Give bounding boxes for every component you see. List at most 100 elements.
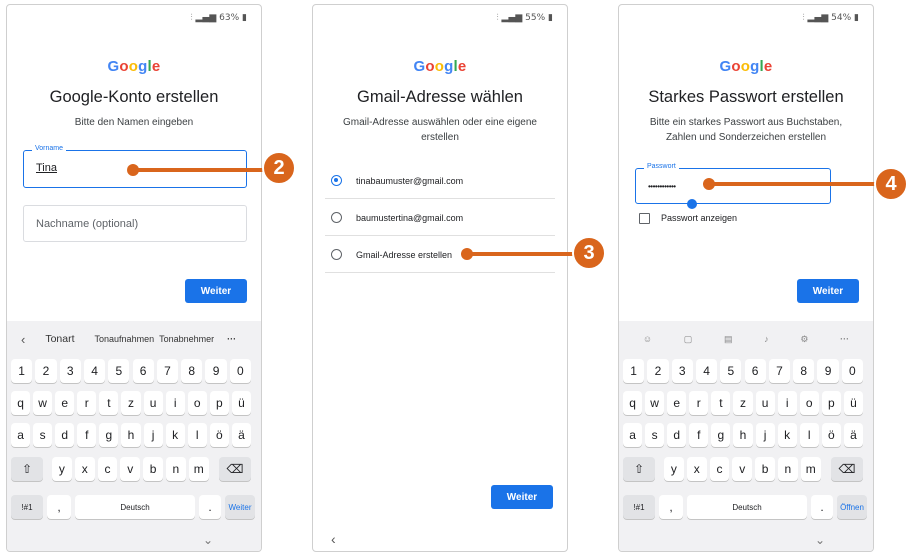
key-f[interactable]: f bbox=[77, 423, 97, 447]
key-w[interactable]: w bbox=[645, 391, 665, 415]
space-key[interactable]: Deutsch bbox=[687, 495, 807, 519]
key-u[interactable]: u bbox=[755, 391, 775, 415]
next-button[interactable]: Weiter bbox=[491, 485, 553, 509]
back-chevron-icon[interactable]: ‹ bbox=[331, 531, 336, 547]
key-3[interactable]: 3 bbox=[59, 359, 81, 383]
key-r[interactable]: r bbox=[689, 391, 709, 415]
key-7[interactable]: 7 bbox=[768, 359, 791, 383]
key-d[interactable]: d bbox=[55, 423, 75, 447]
key-b[interactable]: b bbox=[143, 457, 163, 481]
suggestion-1[interactable]: Tonart bbox=[45, 333, 74, 345]
shift-icon[interactable]: ⇧ bbox=[11, 457, 43, 481]
key-6[interactable]: 6 bbox=[744, 359, 766, 383]
key-i[interactable]: i bbox=[777, 391, 797, 415]
nachname-field[interactable]: Nachname (optional) bbox=[23, 205, 247, 242]
notes-icon[interactable]: ▤ bbox=[724, 334, 733, 345]
key-o[interactable]: o bbox=[187, 391, 207, 415]
key-k[interactable]: k bbox=[165, 423, 185, 447]
key-t[interactable]: t bbox=[99, 391, 119, 415]
key-x[interactable]: x bbox=[686, 457, 707, 481]
enter-key[interactable]: Weiter bbox=[225, 495, 255, 519]
key-9[interactable]: 9 bbox=[205, 359, 227, 383]
key-2[interactable]: 2 bbox=[647, 359, 669, 383]
key-v[interactable]: v bbox=[120, 457, 141, 481]
key-l[interactable]: l bbox=[187, 423, 207, 447]
key-8[interactable]: 8 bbox=[181, 359, 203, 383]
key-s[interactable]: s bbox=[645, 423, 665, 447]
key-8[interactable]: 8 bbox=[793, 359, 815, 383]
chevron-down-icon[interactable]: ⌄ bbox=[815, 533, 825, 547]
key-n[interactable]: n bbox=[166, 457, 186, 481]
key-v[interactable]: v bbox=[732, 457, 753, 481]
key-m[interactable]: m bbox=[188, 457, 209, 481]
key-4[interactable]: 4 bbox=[695, 359, 718, 383]
key-ö[interactable]: ö bbox=[821, 423, 841, 447]
key-ä[interactable]: ä bbox=[843, 423, 863, 447]
key-c[interactable]: c bbox=[97, 457, 118, 481]
key-z[interactable]: z bbox=[733, 391, 753, 415]
key-a[interactable]: a bbox=[11, 423, 31, 447]
key-y[interactable]: y bbox=[52, 457, 72, 481]
key-p[interactable]: p bbox=[821, 391, 841, 415]
key-ö[interactable]: ö bbox=[209, 423, 229, 447]
comma-key[interactable]: , bbox=[47, 495, 71, 519]
key-c[interactable]: c bbox=[709, 457, 730, 481]
key-x[interactable]: x bbox=[74, 457, 95, 481]
key-t[interactable]: t bbox=[711, 391, 731, 415]
key-u[interactable]: u bbox=[143, 391, 163, 415]
key-o[interactable]: o bbox=[799, 391, 819, 415]
next-button[interactable]: Weiter bbox=[185, 279, 247, 303]
key-s[interactable]: s bbox=[33, 423, 53, 447]
period-key[interactable]: . bbox=[199, 495, 221, 519]
settings-icon[interactable]: ⚙ bbox=[800, 334, 808, 345]
shift-icon[interactable]: ⇧ bbox=[623, 457, 655, 481]
more-icon[interactable]: ··· bbox=[840, 334, 849, 344]
key-h[interactable]: h bbox=[733, 423, 753, 447]
key-m[interactable]: m bbox=[800, 457, 821, 481]
key-w[interactable]: w bbox=[33, 391, 53, 415]
backspace-icon[interactable]: ⌫ bbox=[831, 457, 863, 481]
key-y[interactable]: y bbox=[664, 457, 684, 481]
key-l[interactable]: l bbox=[799, 423, 819, 447]
key-0[interactable]: 0 bbox=[841, 359, 863, 383]
key-ä[interactable]: ä bbox=[231, 423, 251, 447]
show-password-checkbox[interactable] bbox=[639, 213, 650, 224]
key-0[interactable]: 0 bbox=[229, 359, 251, 383]
key-a[interactable]: a bbox=[623, 423, 643, 447]
key-6[interactable]: 6 bbox=[132, 359, 154, 383]
key-j[interactable]: j bbox=[143, 423, 163, 447]
comma-key[interactable]: , bbox=[659, 495, 683, 519]
key-n[interactable]: n bbox=[778, 457, 798, 481]
next-button[interactable]: Weiter bbox=[797, 279, 859, 303]
key-q[interactable]: q bbox=[623, 391, 643, 415]
key-k[interactable]: k bbox=[777, 423, 797, 447]
key-j[interactable]: j bbox=[755, 423, 775, 447]
suggestion-2[interactable]: Tonaufnahmen bbox=[95, 334, 155, 344]
password-field[interactable]: Passwort •••••••••••• bbox=[635, 163, 831, 204]
space-key[interactable]: Deutsch bbox=[75, 495, 195, 519]
gmail-option-1[interactable]: tinabaumuster@gmail.com bbox=[325, 163, 555, 199]
cursor-handle[interactable] bbox=[687, 199, 697, 209]
key-ü[interactable]: ü bbox=[231, 391, 251, 415]
key-e[interactable]: e bbox=[55, 391, 75, 415]
key-h[interactable]: h bbox=[121, 423, 141, 447]
emoji-icon[interactable]: ☺ bbox=[643, 334, 652, 344]
key-3[interactable]: 3 bbox=[671, 359, 693, 383]
key-i[interactable]: i bbox=[165, 391, 185, 415]
key-f[interactable]: f bbox=[689, 423, 709, 447]
key-1[interactable]: 1 bbox=[11, 359, 33, 383]
key-e[interactable]: e bbox=[667, 391, 687, 415]
key-4[interactable]: 4 bbox=[83, 359, 106, 383]
key-9[interactable]: 9 bbox=[817, 359, 839, 383]
chevron-down-icon[interactable]: ⌄ bbox=[203, 533, 213, 547]
period-key[interactable]: . bbox=[811, 495, 833, 519]
key-1[interactable]: 1 bbox=[623, 359, 645, 383]
key-5[interactable]: 5 bbox=[108, 359, 130, 383]
key-p[interactable]: p bbox=[209, 391, 229, 415]
symbols-key[interactable]: !#1 bbox=[11, 495, 43, 519]
key-d[interactable]: d bbox=[667, 423, 687, 447]
back-chevron-icon[interactable]: ‹ bbox=[21, 332, 25, 347]
key-7[interactable]: 7 bbox=[156, 359, 179, 383]
key-g[interactable]: g bbox=[99, 423, 119, 447]
enter-key[interactable]: Öffnen bbox=[837, 495, 867, 519]
